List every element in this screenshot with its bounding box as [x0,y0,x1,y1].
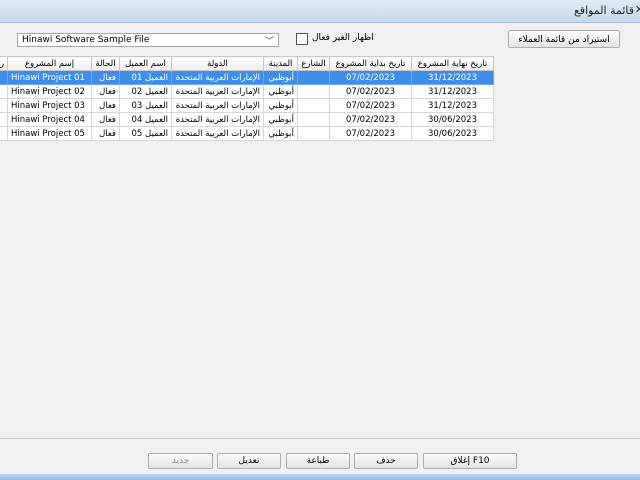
projects-table: ر إسم المشروع الحالة اسم العميل الدولة ا… [0,56,494,141]
cell-no[interactable] [0,84,8,99]
cell-city[interactable]: أبوظبي [263,84,298,99]
projects-grid-area: ر إسم المشروع الحالة اسم العميل الدولة ا… [0,56,640,440]
table-row[interactable]: Hinawi Project 05 فعال العميل 05 الإمارات ا… [0,126,494,141]
table-row[interactable]: Hinawi Project 04 فعال العميل 04 الإمارات ا… [0,112,494,127]
close-button[interactable]: F10 إغلاق [423,453,517,469]
column-header-country[interactable]: الدولة [171,56,264,71]
cell-customer-name[interactable]: العميل 01 [119,70,172,85]
cell-customer-name[interactable]: العميل 03 [119,98,172,113]
cell-no[interactable] [0,98,8,113]
cell-end-date[interactable]: 31/12/2023 [411,98,494,113]
cell-no[interactable] [0,112,8,127]
table-row[interactable]: Hinawi Project 02 فعال العميل 02 الإمارات ا… [0,84,494,99]
show-inactive-checkbox[interactable] [296,33,308,45]
cell-city[interactable]: أبوظبي [263,98,298,113]
cell-street[interactable] [297,112,330,127]
cell-end-date[interactable]: 31/12/2023 [411,70,494,85]
cell-start-date[interactable]: 07/02/2023 [329,112,412,127]
cell-end-date[interactable]: 30/06/2023 [411,112,494,127]
table-row[interactable]: Hinawi Project 01 فعال العميل 01 الإمارات ا… [0,70,494,85]
cell-end-date[interactable]: 31/12/2023 [411,84,494,99]
cell-customer-name[interactable]: العميل 05 [119,126,172,141]
cell-start-date[interactable]: 07/02/2023 [329,84,412,99]
title-bar: قائمة المواقع ✕ [0,0,640,23]
column-header-end-date[interactable]: تاريخ نهاية المشروع [411,56,494,71]
cell-status[interactable]: فعال [91,126,120,141]
column-header-no[interactable]: ر [0,56,8,71]
cell-project-name[interactable]: Hinawi Project 02 [7,84,92,99]
column-header-project-name[interactable]: إسم المشروع [7,56,92,71]
cell-end-date[interactable]: 30/06/2023 [411,126,494,141]
cell-start-date[interactable]: 07/02/2023 [329,126,412,141]
cell-country[interactable]: الإمارات العربية المتحدة [171,112,264,127]
column-header-start-date[interactable]: تاريخ بداية المشروع [329,56,412,71]
new-button[interactable]: جديد [148,453,213,469]
cell-start-date[interactable]: 07/02/2023 [329,98,412,113]
cell-status[interactable]: فعال [91,112,120,127]
cell-project-name[interactable]: Hinawi Project 01 [7,70,92,85]
cell-status[interactable]: فعال [91,98,120,113]
table-row[interactable]: Hinawi Project 03 فعال العميل 03 الإمارات ا… [0,98,494,113]
import-from-customers-button[interactable]: استيراد من قائمة العملاء [508,30,620,48]
column-header-status[interactable]: الحالة [91,56,120,71]
column-header-street[interactable]: الشارع [297,56,330,71]
cell-street[interactable] [297,84,330,99]
company-file-value: Hinawi Software Sample File [22,35,150,45]
status-bar [0,474,640,480]
window-title: قائمة المواقع [574,4,634,17]
cell-project-name[interactable]: Hinawi Project 04 [7,112,92,127]
cell-country[interactable]: الإمارات العربية المتحدة [171,84,264,99]
column-header-customer-name[interactable]: اسم العميل [119,56,172,71]
cell-country[interactable]: الإمارات العربية المتحدة [171,126,264,141]
cell-country[interactable]: الإمارات العربية المتحدة [171,70,264,85]
delete-button[interactable]: حذف [354,453,418,469]
cell-street[interactable] [297,98,330,113]
bottom-separator [0,438,640,439]
cell-status[interactable]: فعال [91,70,120,85]
chevron-down-icon[interactable]: ﹀ [265,34,274,47]
company-file-select[interactable]: Hinawi Software Sample File ﹀ [17,33,279,47]
edit-button[interactable]: تعديل [217,453,281,469]
cell-no[interactable] [0,126,8,141]
table-header-row: ر إسم المشروع الحالة اسم العميل الدولة ا… [0,56,494,71]
cell-status[interactable]: فعال [91,84,120,99]
cell-project-name[interactable]: Hinawi Project 05 [7,126,92,141]
cell-city[interactable]: أبوظبي [263,70,298,85]
cell-city[interactable]: أبوظبي [263,126,298,141]
cell-no[interactable] [0,70,8,85]
close-icon[interactable]: ✕ [635,3,640,16]
cell-customer-name[interactable]: العميل 02 [119,84,172,99]
cell-start-date[interactable]: 07/02/2023 [329,70,412,85]
column-header-city[interactable]: المدينة [263,56,298,71]
cell-street[interactable] [297,70,330,85]
print-button[interactable]: طباعة [286,453,350,469]
cell-city[interactable]: أبوظبي [263,112,298,127]
cell-project-name[interactable]: Hinawi Project 03 [7,98,92,113]
cell-country[interactable]: الإمارات العربية المتحدة [171,98,264,113]
cell-street[interactable] [297,126,330,141]
show-inactive-label: اظهار الغير فعال [312,33,374,43]
cell-customer-name[interactable]: العميل 04 [119,112,172,127]
